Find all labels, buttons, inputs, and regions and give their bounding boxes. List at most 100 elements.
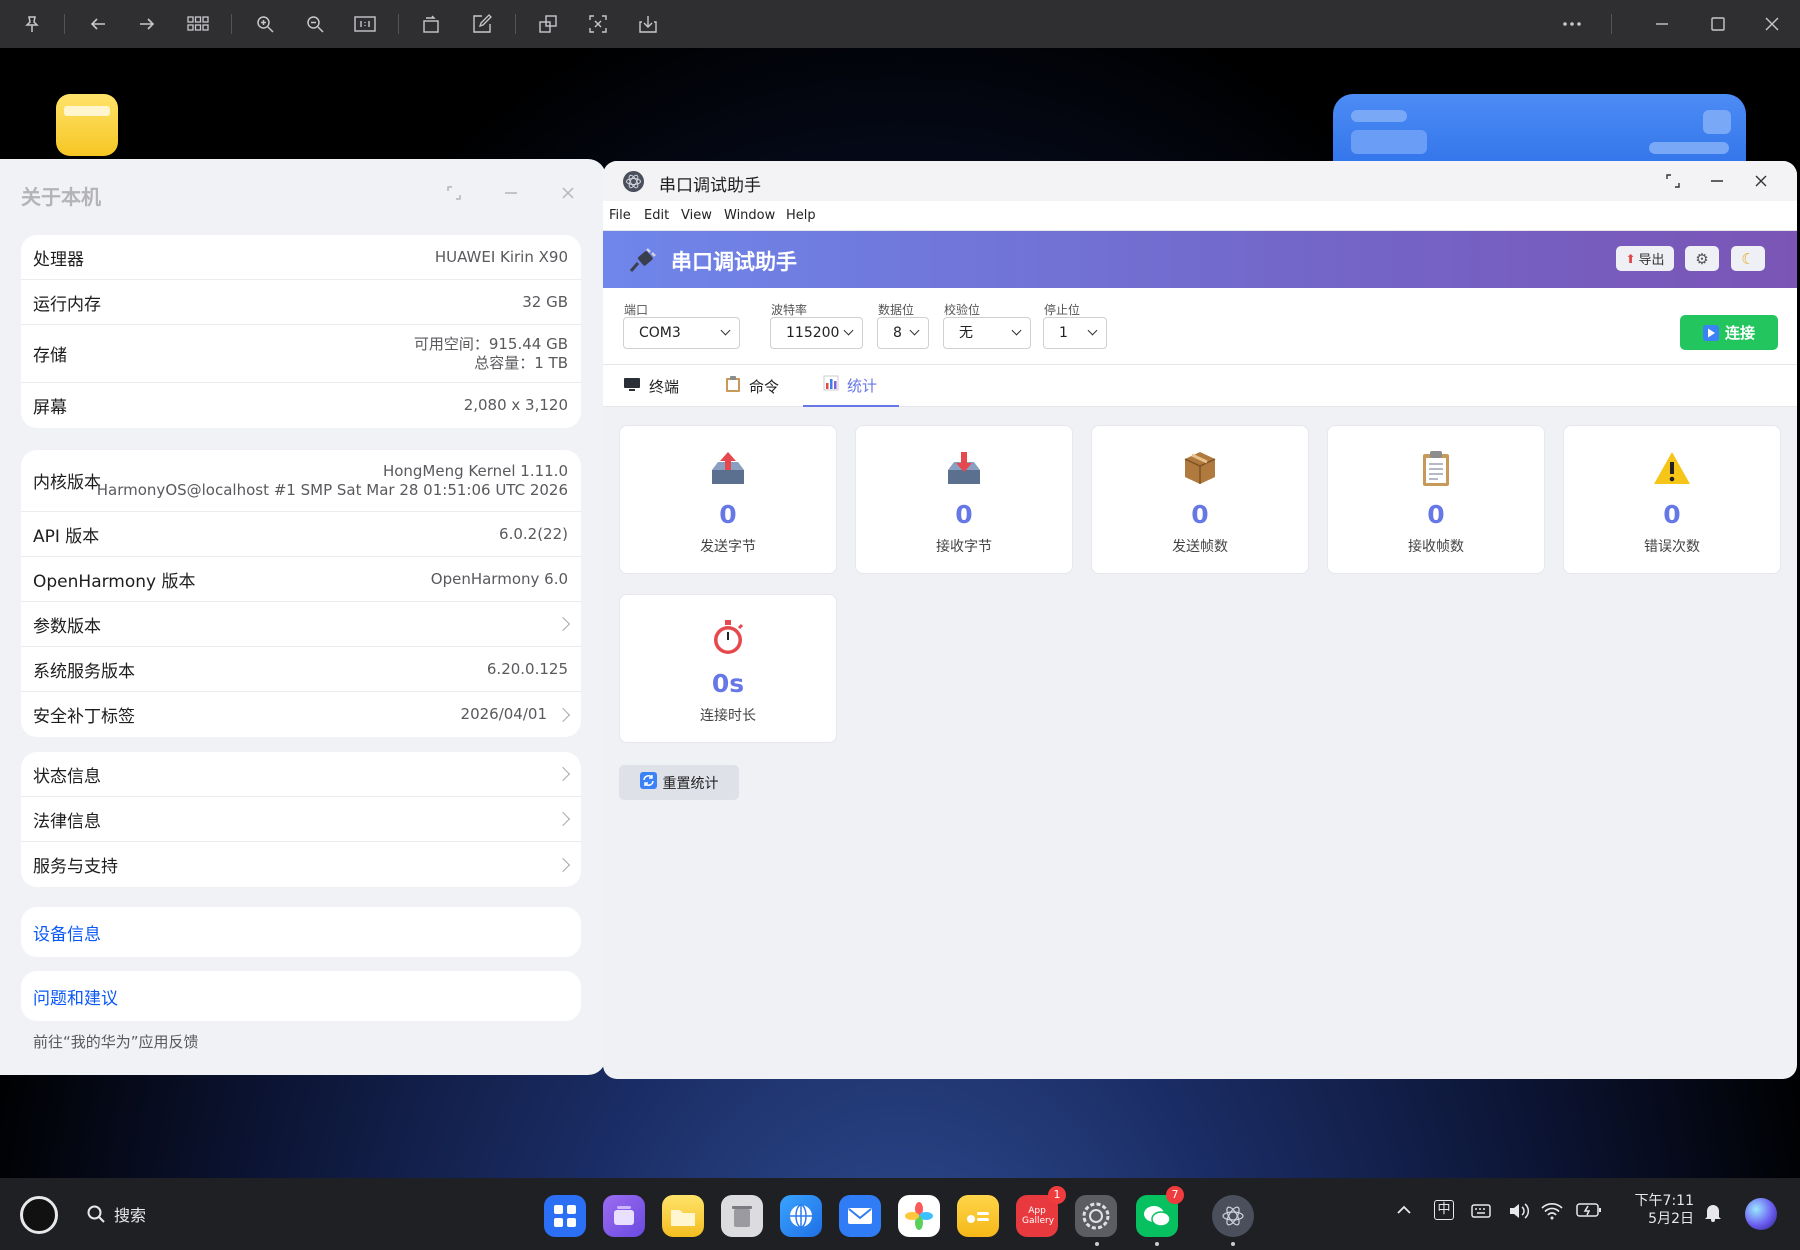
keyboard-icon[interactable] (1471, 1202, 1491, 1224)
browser-icon[interactable] (780, 1195, 822, 1237)
ime-indicator[interactable]: 中 (1434, 1200, 1454, 1220)
close-icon[interactable] (1760, 12, 1784, 36)
tab-terminal[interactable]: 终端 (623, 365, 679, 407)
tab-commands[interactable]: 命令 (725, 365, 779, 407)
theme-toggle-button[interactable]: ☾ (1731, 246, 1765, 271)
row-service-support[interactable]: 服务与支持 (21, 842, 581, 887)
forward-icon[interactable] (135, 12, 159, 36)
folder-icon[interactable] (56, 94, 118, 156)
stop-bits-select[interactable]: 1 (1043, 317, 1107, 349)
edit-icon[interactable] (470, 12, 494, 36)
serial-tool-window: 串口调试助手 File Edit View Window Help 串口调试助手… (603, 161, 1797, 1079)
outbox-icon: ⬆ (1625, 251, 1636, 266)
chevron-down-icon (720, 325, 731, 336)
chevron-right-icon (555, 707, 571, 722)
chevron-down-icon (1011, 325, 1022, 336)
row-status-info[interactable]: 状态信息 (21, 752, 581, 797)
device-info-card[interactable]: 设备信息 (21, 907, 581, 957)
wifi-icon[interactable] (1540, 1202, 1564, 1224)
tab-bar: 终端 命令 统计 (603, 365, 1797, 407)
wechat-badge: 7 (1166, 1186, 1184, 1204)
app-launcher-icon[interactable] (544, 1195, 586, 1237)
multitask-icon[interactable] (603, 1195, 645, 1237)
chevron-up-icon[interactable] (1396, 1202, 1412, 1222)
app-logo-icon (623, 171, 644, 192)
menu-bar: File Edit View Window Help (603, 201, 1797, 231)
pin-icon[interactable] (20, 12, 44, 36)
port-select[interactable]: COM3 (623, 317, 740, 349)
minimize-icon[interactable] (503, 185, 519, 205)
row-kernel: 内核版本 HongMeng Kernel 1.11.0 HarmonyOS@lo… (21, 450, 581, 512)
gear-icon: ⚙ (1695, 249, 1709, 268)
menu-help[interactable]: Help (786, 208, 816, 223)
stat-card-received-bytes: 0 接收字节 (855, 425, 1073, 574)
chevron-right-icon (555, 616, 571, 632)
close-icon[interactable] (1753, 173, 1769, 193)
row-screen: 屏幕 2,080 x 3,120 (33, 396, 568, 418)
bell-icon[interactable] (1704, 1202, 1722, 1226)
extract-icon[interactable] (536, 12, 560, 36)
row-security-patch[interactable]: 安全补丁标签 2026/04/01 (21, 692, 581, 737)
grid-icon[interactable] (186, 12, 210, 36)
close-icon[interactable] (560, 185, 576, 205)
maximize-icon[interactable] (1706, 12, 1730, 36)
export-button[interactable]: ⬆ 导出 (1616, 246, 1674, 271)
chevron-down-icon (843, 325, 854, 336)
connect-button[interactable]: 连接 (1680, 315, 1778, 350)
menu-view[interactable]: View (681, 208, 712, 223)
search-button[interactable]: 搜索 (86, 1202, 146, 1226)
row-legal-info[interactable]: 法律信息 (21, 797, 581, 842)
menu-window[interactable]: Window (724, 208, 775, 223)
volume-icon[interactable] (1508, 1202, 1530, 1224)
trash-icon[interactable] (721, 1195, 763, 1237)
menu-file[interactable]: File (609, 208, 631, 223)
settings-icon[interactable] (1075, 1195, 1117, 1237)
package-icon (1092, 448, 1308, 497)
actual-size-icon[interactable] (353, 12, 377, 36)
tab-statistics[interactable]: 统计 (803, 365, 899, 407)
row-openharmony-version: OpenHarmony 版本 OpenHarmony 6.0 (21, 557, 581, 602)
app-gallery-badge: 1 (1048, 1186, 1066, 1204)
more-icon[interactable] (1560, 12, 1584, 36)
battery-icon[interactable] (1576, 1202, 1602, 1222)
expand-icon[interactable] (1665, 173, 1681, 193)
feedback-card[interactable]: 问题和建议 (21, 971, 581, 1021)
serial-tool-taskbar-icon[interactable] (1212, 1195, 1254, 1237)
files-icon[interactable] (662, 1195, 704, 1237)
zoom-in-icon[interactable] (253, 12, 277, 36)
rotate-icon[interactable] (420, 12, 444, 36)
stat-card-received-frames: 0 接收帧数 (1327, 425, 1545, 574)
mail-icon[interactable] (839, 1195, 881, 1237)
back-icon[interactable] (86, 12, 110, 36)
taskbar: 搜索 App Gallery 1 7 中 下午7:11 5月2日 (0, 1178, 1800, 1250)
data-bits-select[interactable]: 8 (877, 317, 929, 349)
parity-select[interactable]: 无 (943, 317, 1031, 349)
row-api-version: API 版本 6.0.2(22) (21, 512, 581, 557)
stat-card-sent-frames: 0 发送帧数 (1091, 425, 1309, 574)
zoom-out-icon[interactable] (303, 12, 327, 36)
clipboard-icon (725, 375, 741, 397)
download-icon[interactable] (636, 12, 660, 36)
notes-icon[interactable] (957, 1195, 999, 1237)
row-param-version[interactable]: 参数版本 (21, 602, 581, 647)
software-card: 内核版本 HongMeng Kernel 1.11.0 HarmonyOS@lo… (21, 450, 581, 737)
minimize-icon[interactable] (1709, 173, 1725, 193)
reset-stats-button[interactable]: 重置统计 (619, 765, 739, 800)
settings-button[interactable]: ⚙ (1685, 246, 1719, 271)
app-header-banner: 串口调试助手 ⬆ 导出 ⚙ ☾ (603, 231, 1797, 288)
menu-edit[interactable]: Edit (644, 208, 669, 223)
chevron-right-icon (555, 766, 571, 782)
minimize-icon[interactable] (1650, 12, 1674, 36)
stat-card-errors: 0 错误次数 (1563, 425, 1781, 574)
banner-title: 串口调试助手 (671, 250, 797, 274)
row-processor: 处理器 HUAWEI Kirin X90 (21, 235, 581, 280)
start-button[interactable] (20, 1196, 58, 1234)
assistant-icon[interactable] (1745, 1198, 1777, 1230)
crop-icon[interactable] (586, 12, 610, 36)
chevron-down-icon (1087, 325, 1098, 336)
expand-icon[interactable] (446, 185, 462, 205)
baud-rate-select[interactable]: 115200 (770, 317, 863, 349)
photos-icon[interactable] (898, 1195, 940, 1237)
clock[interactable]: 下午7:11 5月2日 (1626, 1192, 1694, 1228)
row-storage: 存储 可用空间：915.44 GB 总容量：1 TB (21, 325, 581, 383)
